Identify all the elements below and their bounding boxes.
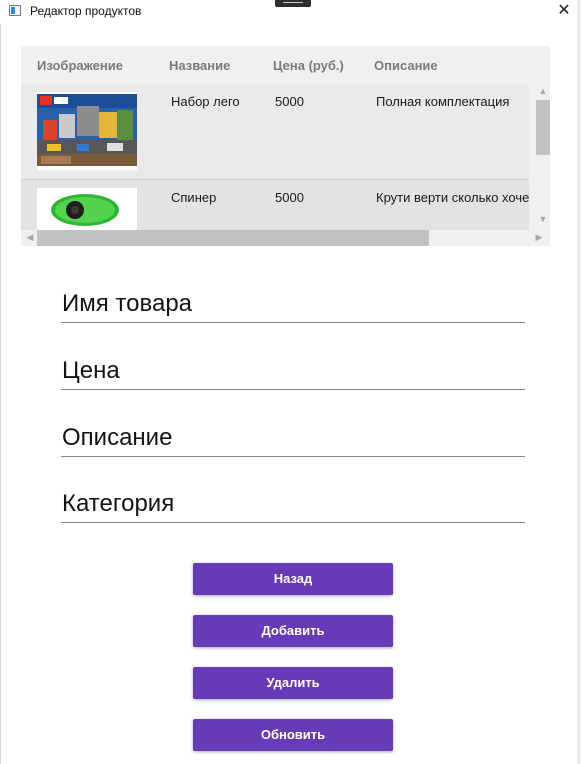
product-name-field[interactable]: Имя товара [61, 286, 525, 323]
product-image-lego [37, 92, 137, 170]
window-app-icon [9, 5, 21, 16]
cell-name: Спинер [171, 190, 217, 205]
vertical-scrollbar[interactable]: ▲ ▼ [529, 84, 550, 230]
cell-price: 5000 [275, 190, 304, 205]
table-body: Набор лего 5000 Полная комплектация Спин… [21, 84, 529, 230]
cell-price: 5000 [275, 94, 304, 109]
cell-description: Полная комплектация [376, 94, 510, 109]
back-button[interactable]: Назад [193, 563, 393, 595]
column-header-description[interactable]: Описание [374, 58, 438, 73]
cell-name: Набор лего [171, 94, 240, 109]
column-header-image[interactable]: Изображение [37, 58, 123, 73]
table-row[interactable]: Спинер 5000 Крути верти сколько хочешь [21, 179, 529, 230]
description-field[interactable]: Описание [61, 420, 525, 457]
horizontal-scroll-thumb[interactable] [37, 230, 429, 246]
table-row[interactable]: Набор лего 5000 Полная комплектация [21, 84, 529, 179]
scroll-left-arrow-icon[interactable]: ◀ [23, 232, 37, 243]
update-button[interactable]: Обновить [193, 719, 393, 751]
fidget-spinner-image [37, 188, 137, 230]
category-hint: Категория [62, 490, 175, 517]
scroll-right-arrow-icon[interactable]: ▶ [532, 232, 546, 243]
lego-box-image [37, 92, 137, 170]
window-left-border [0, 24, 1, 764]
cell-description: Крути верти сколько хочешь [376, 190, 529, 205]
description-hint: Описание [62, 424, 173, 451]
products-table[interactable]: Изображение Название Цена (руб.) Описани… [21, 46, 550, 246]
title-bar: Редактор продуктов ✕ [0, 0, 581, 24]
table-header: Изображение Название Цена (руб.) Описани… [21, 46, 550, 85]
delete-button[interactable]: Удалить [193, 667, 393, 699]
scroll-up-arrow-icon[interactable]: ▲ [536, 86, 550, 96]
add-button[interactable]: Добавить [193, 615, 393, 647]
price-hint: Цена [62, 357, 120, 384]
product-name-hint: Имя товара [62, 290, 193, 317]
column-header-price[interactable]: Цена (руб.) [273, 58, 344, 73]
product-image-spinner [37, 188, 137, 230]
vertical-scroll-thumb[interactable] [536, 100, 550, 155]
column-header-name[interactable]: Название [169, 58, 230, 73]
window-right-border [577, 0, 581, 764]
price-field[interactable]: Цена [61, 353, 525, 390]
category-field[interactable]: Категория [61, 486, 525, 523]
horizontal-scrollbar[interactable]: ◀ ▶ [21, 230, 550, 246]
window-title: Редактор продуктов [30, 4, 142, 18]
close-button[interactable]: ✕ [550, 0, 578, 22]
drag-handle[interactable] [275, 0, 311, 7]
scroll-down-arrow-icon[interactable]: ▼ [536, 214, 550, 224]
